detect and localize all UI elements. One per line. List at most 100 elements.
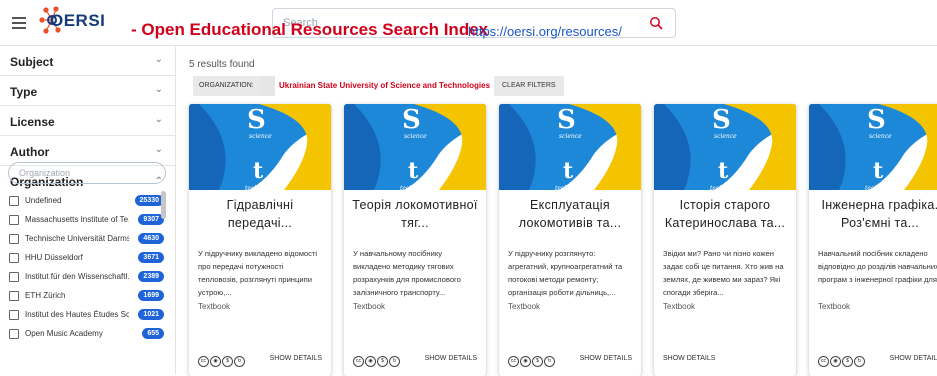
thumb-letter-t: t xyxy=(873,158,884,184)
thumb-technology: technology xyxy=(710,185,744,190)
thumb-letter-t: t xyxy=(718,158,729,184)
card-title[interactable]: Інженерна графіка. Роз'ємні та... xyxy=(813,196,937,232)
results-count: 5 results found xyxy=(189,59,255,70)
card-title[interactable]: Експлуатація локомотивів та... xyxy=(503,196,637,232)
card-type: Textbook xyxy=(508,302,541,311)
thumb-letter-t: t xyxy=(253,158,264,184)
thumb-letter-t: t xyxy=(408,158,419,184)
facet-label: Type xyxy=(10,85,38,99)
logo-text[interactable]: OERSI xyxy=(50,11,105,31)
card-thumbnail[interactable]: S science t technology xyxy=(499,104,641,190)
license-icons[interactable]: cc ◉ $ ↻ xyxy=(818,353,866,370)
card-description: У підручнику розглянуто: агрегатний, кру… xyxy=(508,249,623,297)
cc-icon: cc xyxy=(818,356,829,368)
thumb-technology: technology xyxy=(245,185,279,190)
organization-filter-placeholder: Organization xyxy=(19,168,71,178)
show-details-button[interactable]: SHOW DETAILS xyxy=(580,355,632,362)
resource-card[interactable]: S science t technology Історія старого К… xyxy=(654,104,796,376)
card-description: У підручнику викладено відомості про пер… xyxy=(198,249,318,297)
filter-chip-value: Ukrainian State University of Science an… xyxy=(275,76,495,96)
search-icon[interactable] xyxy=(649,16,663,30)
list-item[interactable]: Technische Universität Darms... 4630 xyxy=(0,231,176,250)
count-badge: 2389 xyxy=(138,271,164,282)
thumb-letter-s: S xyxy=(867,105,886,135)
org-name: ETH Zürich xyxy=(25,291,66,300)
license-icons[interactable]: cc ◉ $ ↻ xyxy=(353,353,401,370)
card-thumbnail[interactable]: S science t technology xyxy=(809,104,937,190)
card-title[interactable]: Гідравлічні передачі... xyxy=(193,196,327,232)
thumb-science: science xyxy=(869,133,892,140)
menu-icon[interactable] xyxy=(12,17,26,29)
license-icons[interactable]: cc ◉ $ ↻ xyxy=(198,353,246,370)
show-details-button[interactable]: SHOW DETAILS xyxy=(270,355,322,362)
facet-label: Subject xyxy=(10,55,54,69)
resource-card[interactable]: S science t technology Інженерна графіка… xyxy=(809,104,937,376)
card-footer: cc ◉ $ ↻ SHOW DETAILS xyxy=(508,353,638,370)
thumb-technology: technology xyxy=(865,185,899,190)
organization-filter-input[interactable]: Organization xyxy=(8,162,166,184)
show-details-button[interactable]: SHOW DETAILS xyxy=(425,355,477,362)
resource-card[interactable]: S science t technology Експлуатація локо… xyxy=(499,104,641,376)
checkbox[interactable] xyxy=(9,272,19,282)
chevron-down-icon: ⌄ xyxy=(154,84,163,95)
by-icon: ◉ xyxy=(520,356,531,368)
thumb-letter-s: S xyxy=(402,105,421,135)
by-icon: ◉ xyxy=(830,356,841,368)
show-details-button[interactable]: SHOW DETAILS xyxy=(663,355,715,362)
nc-icon: $ xyxy=(842,356,853,368)
checkbox[interactable] xyxy=(9,234,19,244)
url-text: https://oersi.org/resources/ xyxy=(468,24,622,39)
checkbox[interactable] xyxy=(9,196,19,206)
cc-icon: cc xyxy=(353,356,364,368)
card-description: Навчальний посібник складено відповідно … xyxy=(818,249,937,284)
thumb-science: science xyxy=(249,133,272,140)
card-description: Звідки ми? Рано чи пізно кожен задає соб… xyxy=(663,249,784,297)
license-icons[interactable]: cc ◉ $ ↻ xyxy=(508,353,556,370)
cc-icon: cc xyxy=(508,356,519,368)
card-title[interactable]: Теорія локомотивної тяг... xyxy=(348,196,482,232)
by-icon: ◉ xyxy=(365,356,376,368)
nc-icon: $ xyxy=(377,356,388,368)
clear-filters-button[interactable]: CLEAR FILTERS xyxy=(494,76,564,96)
sa-icon: ↻ xyxy=(854,356,865,368)
cc-icon: cc xyxy=(198,356,209,368)
thumb-technology: technology xyxy=(555,185,589,190)
checkbox[interactable] xyxy=(9,291,19,301)
thumb-letter-s: S xyxy=(557,105,576,135)
resource-card[interactable]: S science t technology Гідравлічні перед… xyxy=(189,104,331,376)
resource-card[interactable]: S science t technology Теорія локомотивн… xyxy=(344,104,486,376)
scrollbar-thumb[interactable] xyxy=(161,191,166,219)
card-type: Textbook xyxy=(353,302,386,311)
top-bar: OERSI Search - Open Educational Resource… xyxy=(0,0,937,46)
list-item[interactable]: Institut für den Wissenschaftl... 2389 xyxy=(0,269,176,288)
nc-icon: $ xyxy=(532,356,543,368)
thumb-letter-s: S xyxy=(712,105,731,135)
card-thumbnail[interactable]: S science t technology xyxy=(654,104,796,190)
show-details-button[interactable]: SHOW DETAILS xyxy=(890,355,937,362)
count-badge: 3671 xyxy=(138,252,164,263)
checkbox[interactable] xyxy=(9,253,19,263)
checkbox[interactable] xyxy=(9,310,19,320)
card-footer: cc ◉ $ ↻ SHOW DETAILS xyxy=(818,353,937,370)
sa-icon: ↻ xyxy=(234,356,245,368)
card-description: У навчальному посібнику викладено методи… xyxy=(353,249,461,297)
org-name: Undefined xyxy=(25,196,62,205)
list-item[interactable]: Open Music Academy 655 xyxy=(0,326,176,345)
card-thumbnail[interactable]: S science t technology xyxy=(189,104,331,190)
count-badge: 655 xyxy=(142,328,164,339)
org-name: HHU Düsseldorf xyxy=(25,253,83,262)
facet-license[interactable]: License ⌄ xyxy=(0,106,175,136)
checkbox[interactable] xyxy=(9,215,19,225)
list-item[interactable]: Undefined 25330 xyxy=(0,193,176,212)
list-item[interactable]: HHU Düsseldorf 3671 xyxy=(0,250,176,269)
facet-subject[interactable]: Subject ⌄ xyxy=(0,46,175,76)
facet-type[interactable]: Type ⌄ xyxy=(0,76,175,106)
card-title[interactable]: Історія старого Катеринослава та... xyxy=(658,196,792,232)
card-thumbnail[interactable]: S science t technology xyxy=(344,104,486,190)
list-item[interactable]: ETH Zürich 1699 xyxy=(0,288,176,307)
by-icon: ◉ xyxy=(210,356,221,368)
list-item[interactable]: Massachusetts Institute of Te... 9307 xyxy=(0,212,176,231)
checkbox[interactable] xyxy=(9,329,19,339)
list-item[interactable]: Institut des Hautes Études Sc... 1021 xyxy=(0,307,176,326)
active-filter-chip[interactable]: ORGANIZATION: Ukrainian State University… xyxy=(193,76,495,96)
